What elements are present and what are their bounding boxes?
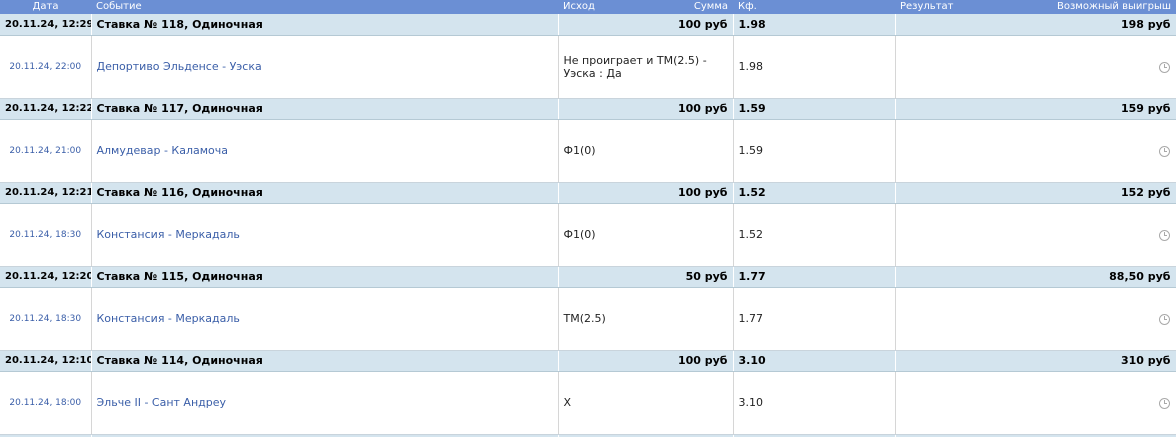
bet-placed-time: 20.11.24, 12:21 — [0, 182, 92, 204]
event-result — [895, 119, 1176, 183]
event-outcome: Ф1(0) — [558, 119, 734, 183]
bet-amount: 100 руб — [558, 98, 734, 120]
header-outcome-amount: Исход Сумма — [558, 0, 733, 14]
bet-summary-row[interactable]: 20.11.24, 12:20 Ставка № 115, Одиночная 50… — [0, 266, 1176, 288]
bet-title: Ставка № 116, Одиночная — [91, 182, 559, 204]
bet-summary-row[interactable]: 20.11.24, 12:29 Ставка № 118, Одиночная 10… — [0, 14, 1176, 36]
event-link[interactable]: Эльче II - Сант Андреу — [91, 371, 559, 435]
bet-coef: 1.52 — [733, 182, 896, 204]
event-outcome: ТМ(2.5) — [558, 287, 734, 351]
header-result: Результат — [900, 1, 954, 12]
bet-placed-time: 20.11.24, 12:10 — [0, 350, 92, 372]
event-outcome: Не проиграет и ТМ(2.5) - Уэска : Да — [558, 35, 734, 99]
bet-coef: 3.10 — [733, 350, 896, 372]
bet-amount: 50 руб — [558, 266, 734, 288]
event-result — [895, 371, 1176, 435]
bet-title: Ставка № 114, Одиночная — [91, 350, 559, 372]
event-coef: 1.98 — [733, 35, 896, 99]
bet-event-row: 20.11.24, 21:00 Алмудевар - Каламоча Ф1(0)… — [0, 119, 1176, 183]
clock-icon — [1158, 145, 1170, 157]
bet-event-row: 20.11.24, 22:00 Депортиво Эльденсе - Уэск… — [0, 35, 1176, 99]
bet-title: Ставка № 115, Одиночная — [91, 266, 559, 288]
next-bet-row-partial — [0, 434, 1176, 437]
bet-possible-win: 310 руб — [895, 350, 1176, 372]
event-date: 20.11.24, 21:00 — [0, 119, 92, 183]
bet-amount: 100 руб — [558, 14, 734, 36]
bet-placed-time: 20.11.24, 12:20 — [0, 266, 92, 288]
clock-icon — [1158, 61, 1170, 73]
clock-icon — [1158, 397, 1170, 409]
bet-coef: 1.98 — [733, 14, 896, 36]
event-result — [895, 203, 1176, 267]
bet-placed-time: 20.11.24, 12:22 — [0, 98, 92, 120]
header-amount: Сумма — [693, 1, 728, 12]
bet-summary-row[interactable]: 20.11.24, 12:10 Ставка № 114, Одиночная 10… — [0, 350, 1176, 372]
header-win: Возможный выигрыш — [1056, 1, 1171, 12]
event-outcome: Ф1(0) — [558, 203, 734, 267]
bet-event-row: 20.11.24, 18:30 Констансия - Меркадаль ТМ(… — [0, 287, 1176, 351]
clock-icon — [1158, 313, 1170, 325]
event-coef: 1.59 — [733, 119, 896, 183]
bet-title: Ставка № 118, Одиночная — [91, 14, 559, 36]
bet-summary-row[interactable]: 20.11.24, 12:21 Ставка № 116, Одиночная 10… — [0, 182, 1176, 204]
header-outcome: Исход — [563, 1, 595, 12]
bet-title: Ставка № 117, Одиночная — [91, 98, 559, 120]
header-result-win: Результат Возможный выигрыш — [895, 0, 1176, 14]
event-link[interactable]: Констансия - Меркадаль — [91, 203, 559, 267]
header-event: Событие — [91, 0, 558, 14]
bet-possible-win: 152 руб — [895, 182, 1176, 204]
bet-coef: 1.59 — [733, 98, 896, 120]
event-link[interactable]: Алмудевар - Каламоча — [91, 119, 559, 183]
event-link[interactable]: Депортиво Эльденсе - Уэска — [91, 35, 559, 99]
event-link[interactable]: Констансия - Меркадаль — [91, 287, 559, 351]
event-coef: 3.10 — [733, 371, 896, 435]
event-date: 20.11.24, 18:30 — [0, 203, 92, 267]
event-result — [895, 287, 1176, 351]
bet-event-row: 20.11.24, 18:00 Эльче II - Сант Андреу Х 3.… — [0, 371, 1176, 435]
event-outcome: Х — [558, 371, 734, 435]
table-header: Дата Событие Исход Сумма Кф. Результат В… — [0, 0, 1176, 14]
event-result — [895, 35, 1176, 99]
bet-possible-win: 198 руб — [895, 14, 1176, 36]
bets-table: Дата Событие Исход Сумма Кф. Результат В… — [0, 0, 1176, 437]
bet-possible-win: 88,50 руб — [895, 266, 1176, 288]
event-date: 20.11.24, 22:00 — [0, 35, 92, 99]
clock-icon — [1158, 229, 1170, 241]
event-coef: 1.77 — [733, 287, 896, 351]
event-date: 20.11.24, 18:00 — [0, 371, 92, 435]
header-date: Дата — [0, 0, 91, 14]
bet-coef: 1.77 — [733, 266, 896, 288]
bet-summary-row[interactable]: 20.11.24, 12:22 Ставка № 117, Одиночная 10… — [0, 98, 1176, 120]
bet-amount: 100 руб — [558, 350, 734, 372]
event-coef: 1.52 — [733, 203, 896, 267]
bet-event-row: 20.11.24, 18:30 Констансия - Меркадаль Ф1(… — [0, 203, 1176, 267]
event-date: 20.11.24, 18:30 — [0, 287, 92, 351]
bet-placed-time: 20.11.24, 12:29 — [0, 14, 92, 36]
bet-possible-win: 159 руб — [895, 98, 1176, 120]
header-coef: Кф. — [733, 0, 895, 14]
bet-amount: 100 руб — [558, 182, 734, 204]
